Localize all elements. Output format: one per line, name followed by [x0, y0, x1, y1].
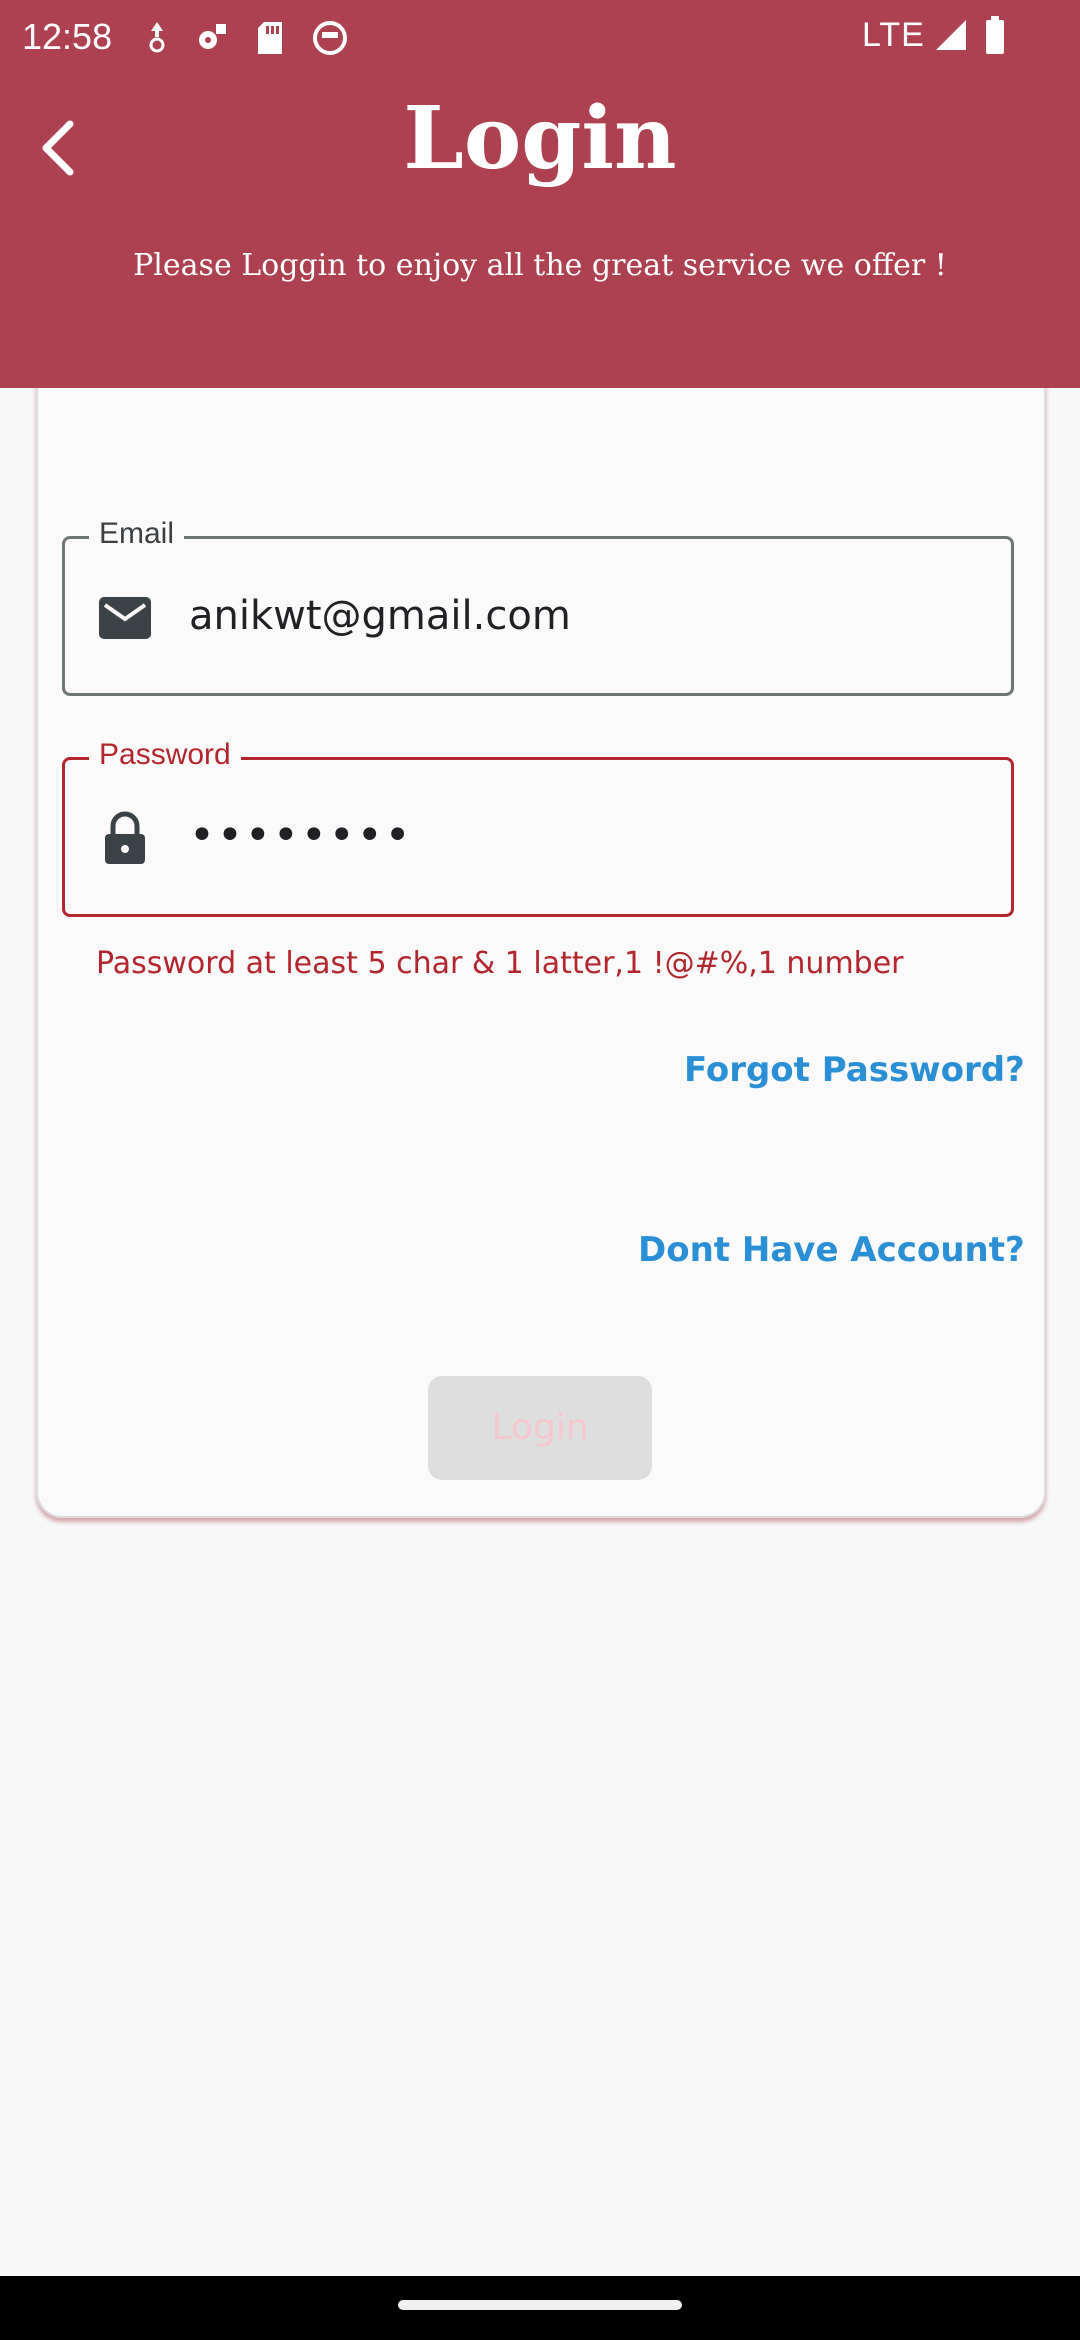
forgot-password-link[interactable]: Forgot Password?	[684, 1050, 1025, 1090]
email-label: Email	[89, 517, 185, 551]
password-label: Password	[89, 738, 241, 772]
app-header: 12:58 LTE Login Please Loggin to enjoy a…	[0, 0, 1080, 388]
battery-icon	[986, 16, 1004, 54]
settings-sync-icon	[199, 24, 226, 49]
sd-card-icon	[258, 22, 282, 54]
page-subtitle: Please Loggin to enjoy all the great ser…	[133, 248, 947, 283]
signal-icon	[936, 20, 966, 50]
password-error-text: Password at least 5 char & 1 latter,1 !@…	[96, 946, 904, 981]
home-indicator[interactable]	[398, 2300, 682, 2310]
email-value: anikwt@gmail.com	[189, 593, 571, 639]
status-time: 12:58	[22, 16, 113, 57]
lock-icon	[105, 811, 145, 864]
password-value: ••••••••	[189, 810, 413, 861]
login-button[interactable]: Login	[428, 1376, 652, 1480]
page-title: Login	[403, 88, 677, 189]
mail-icon	[99, 597, 151, 639]
notification-icon	[149, 22, 165, 53]
network-type: LTE	[862, 16, 925, 54]
password-field[interactable]: Password ••••••••	[62, 738, 1014, 917]
email-field[interactable]: Email anikwt@gmail.com	[62, 517, 1014, 696]
status-bar: 12:58 LTE	[0, 0, 1080, 76]
face-icon	[313, 21, 347, 55]
signup-link[interactable]: Dont Have Account?	[638, 1230, 1025, 1270]
